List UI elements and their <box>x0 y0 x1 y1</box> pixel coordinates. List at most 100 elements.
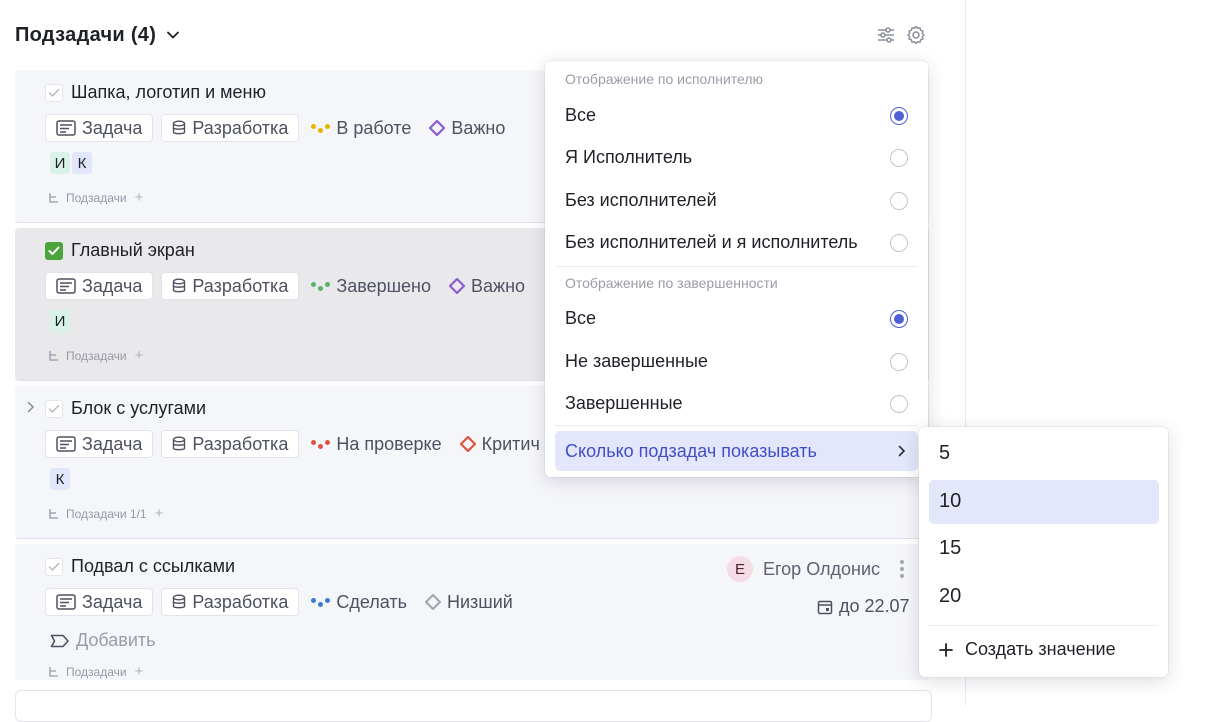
avatar[interactable]: Е <box>727 556 753 582</box>
task-title-row: Шапка, логотип и меню <box>45 82 266 103</box>
add-subtask-icon[interactable]: + <box>135 663 144 680</box>
task-title[interactable]: Шапка, логотип и меню <box>71 82 266 103</box>
avatar[interactable]: К <box>72 152 92 174</box>
subtask-tree-icon <box>49 192 58 203</box>
database-icon <box>173 278 186 293</box>
chevron-down-icon[interactable] <box>166 28 180 42</box>
count-option-20[interactable]: 20 <box>939 585 961 608</box>
radio[interactable] <box>890 191 908 210</box>
create-value-button[interactable]: Создать значение <box>939 639 1116 660</box>
task-priority[interactable]: Важно <box>445 272 531 300</box>
subtask-tree-icon <box>49 508 58 519</box>
task-type-icon <box>56 436 76 452</box>
task-title-row: Подвал с ссылками <box>45 556 235 577</box>
task-priority[interactable]: Важно <box>425 114 511 142</box>
status-dots-icon <box>311 439 331 449</box>
option-assignee-none[interactable]: Без исполнителей <box>565 190 908 211</box>
subtasks-link[interactable]: Подзадачи 1/1 + <box>48 505 163 522</box>
menu-divider <box>555 266 918 267</box>
task-status[interactable]: Сделать <box>307 588 413 616</box>
count-option-10[interactable]: 10 <box>939 490 961 513</box>
option-assignee-all[interactable]: Все <box>565 105 908 126</box>
more-vertical-icon[interactable] <box>896 560 908 578</box>
task-owner: Е Егор Олдонис <box>727 556 908 582</box>
task-board-tag[interactable]: Разработка <box>161 272 300 300</box>
task-status[interactable]: В работе <box>307 114 417 142</box>
option-assignee-me[interactable]: Я Исполнитель <box>565 147 908 168</box>
task-title[interactable]: Главный экран <box>71 240 195 261</box>
task-title[interactable]: Подвал с ссылками <box>71 556 235 577</box>
gear-icon[interactable] <box>905 24 927 46</box>
avatar[interactable]: И <box>50 310 70 332</box>
subtasks-link[interactable]: Подзадачи + <box>48 663 143 680</box>
add-subtask-icon[interactable]: + <box>135 189 144 206</box>
task-tags: Задача Разработка В работе Важно <box>45 114 511 142</box>
plus-icon <box>939 642 953 657</box>
add-subtask-icon[interactable]: + <box>155 505 164 522</box>
radio[interactable] <box>890 233 908 252</box>
owner-name[interactable]: Егор Олдонис <box>763 559 880 580</box>
add-subtask-icon[interactable]: + <box>135 347 144 364</box>
task-board-tag[interactable]: Разработка <box>161 588 300 616</box>
subtasks-header[interactable]: Подзадачи (4) <box>15 22 180 48</box>
priority-diamond-icon <box>449 278 466 294</box>
option-completed[interactable]: Завершенные <box>565 393 908 414</box>
filter-sliders-icon[interactable] <box>875 24 897 46</box>
task-type-tag[interactable]: Задача <box>45 430 154 458</box>
subtask-tree-icon <box>49 350 58 361</box>
subtasks-link[interactable]: Подзадачи + <box>48 189 143 206</box>
radio[interactable] <box>890 148 908 167</box>
new-subtask-input[interactable] <box>15 690 932 722</box>
chevron-right-icon[interactable] <box>27 400 37 413</box>
task-checkbox[interactable] <box>45 83 63 102</box>
task-title[interactable]: Блок с услугами <box>71 398 206 419</box>
tag-outline-icon <box>50 634 69 647</box>
task-priority[interactable]: Критич <box>456 430 546 458</box>
menu-item-subtask-count[interactable]: Сколько подзадач показывать <box>555 431 918 471</box>
task-title-row: Главный экран <box>45 240 195 261</box>
task-priority[interactable]: Низший <box>421 588 519 616</box>
avatar[interactable]: И <box>50 152 70 174</box>
avatar[interactable]: К <box>50 468 70 490</box>
status-dots-icon <box>311 123 331 133</box>
option-not-completed[interactable]: Не завершенные <box>565 351 908 372</box>
task-tags: Задача Разработка На проверке Критич <box>45 430 546 458</box>
database-icon <box>173 436 186 451</box>
task-card[interactable]: Подвал с ссылками Е Егор Олдонис Задача … <box>15 544 929 680</box>
due-date[interactable]: до 22.07 <box>817 596 910 617</box>
task-assignees: К <box>50 468 70 490</box>
page-title: Подзадачи (4) <box>15 23 157 46</box>
task-assignees: И <box>50 310 70 332</box>
header-tools <box>875 24 927 46</box>
task-type-tag[interactable]: Задача <box>45 588 154 616</box>
option-assignee-none-and-me[interactable]: Без исполнителей и я исполнитель <box>565 232 908 253</box>
task-checkbox[interactable] <box>45 399 63 418</box>
task-title-row: Блок с услугами <box>45 398 206 419</box>
count-option-5[interactable]: 5 <box>939 442 950 465</box>
menu-divider <box>555 425 918 426</box>
task-type-icon <box>56 278 76 294</box>
task-board-tag[interactable]: Разработка <box>161 114 300 142</box>
task-assignees: И К <box>50 152 92 174</box>
radio-selected[interactable] <box>890 309 908 328</box>
task-board-tag[interactable]: Разработка <box>161 430 300 458</box>
calendar-icon <box>817 600 833 614</box>
priority-diamond-icon <box>429 120 446 136</box>
selected-highlight <box>929 480 1159 524</box>
add-tag-button[interactable]: Добавить <box>50 630 156 651</box>
task-type-tag[interactable]: Задача <box>45 272 154 300</box>
radio[interactable] <box>890 394 908 413</box>
subtasks-link[interactable]: Подзадачи + <box>48 347 143 364</box>
option-done-all[interactable]: Все <box>565 308 908 329</box>
menu-divider <box>929 625 1158 626</box>
status-dots-icon <box>311 597 331 607</box>
task-status[interactable]: На проверке <box>307 430 447 458</box>
database-icon <box>173 120 186 135</box>
task-type-tag[interactable]: Задача <box>45 114 154 142</box>
radio-selected[interactable] <box>890 106 908 125</box>
task-checkbox-checked[interactable] <box>45 241 63 260</box>
task-checkbox[interactable] <box>45 557 63 576</box>
radio[interactable] <box>890 352 908 371</box>
count-option-15[interactable]: 15 <box>939 537 961 560</box>
task-status[interactable]: Завершено <box>307 272 437 300</box>
